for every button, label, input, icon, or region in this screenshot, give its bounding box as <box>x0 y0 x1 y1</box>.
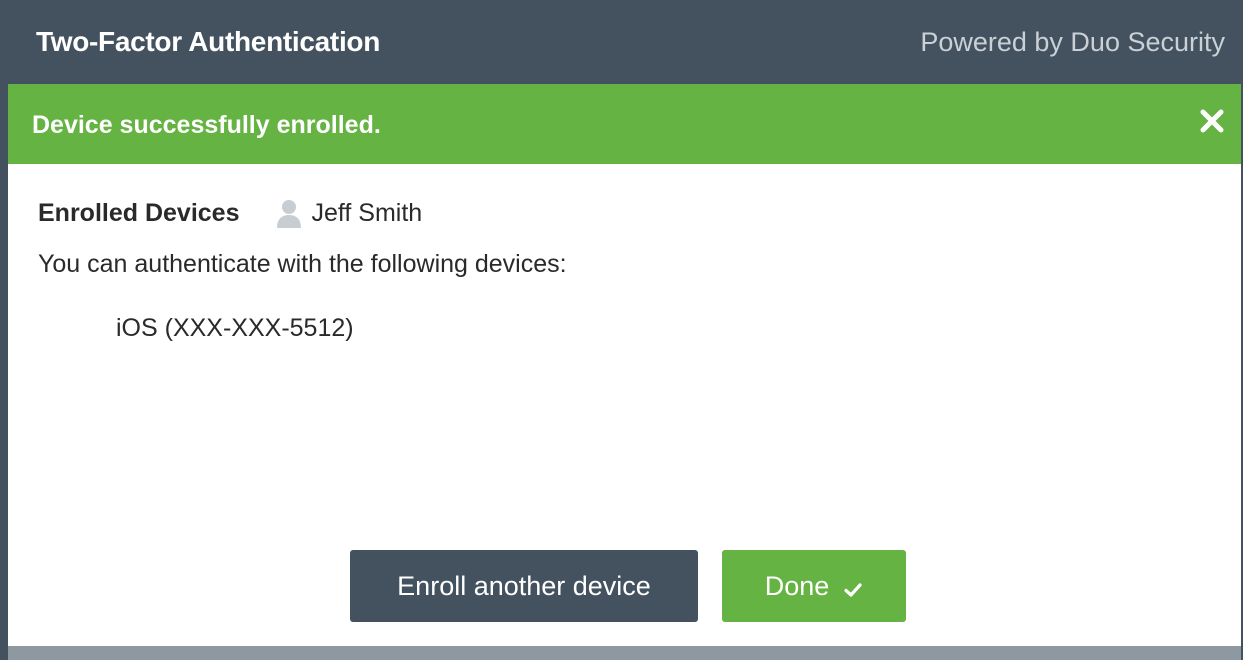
enroll-button-label: Enroll another device <box>397 570 651 601</box>
user-name: Jeff Smith <box>311 198 423 227</box>
enrolled-header: Enrolled Devices Jeff Smith <box>38 198 422 228</box>
user-icon <box>275 198 303 228</box>
done-button-label: Done <box>764 570 830 601</box>
header-bar: Two-Factor Authentication Powered by Duo… <box>8 0 1241 84</box>
done-button[interactable]: Done <box>722 550 906 622</box>
success-message: Device successfully enrolled. <box>32 111 381 139</box>
footer-bar <box>8 646 1241 660</box>
enrolled-devices-title: Enrolled Devices <box>38 198 240 227</box>
close-icon[interactable] <box>1197 106 1227 136</box>
success-banner: Device successfully enrolled. <box>8 84 1241 164</box>
main-content: Enrolled Devices Jeff Smith You can auth… <box>8 164 1241 646</box>
enroll-another-device-button[interactable]: Enroll another device <box>350 550 698 622</box>
check-icon <box>843 576 863 597</box>
header-title: Two-Factor Authentication <box>36 26 381 57</box>
powered-by-text: Powered by Duo Security <box>920 27 1225 57</box>
auth-description: You can authenticate with the following … <box>38 250 567 278</box>
device-list-item: iOS (XXX-XXX-5512) <box>116 314 354 342</box>
duo-frame: Two-Factor Authentication Powered by Duo… <box>0 0 1243 660</box>
